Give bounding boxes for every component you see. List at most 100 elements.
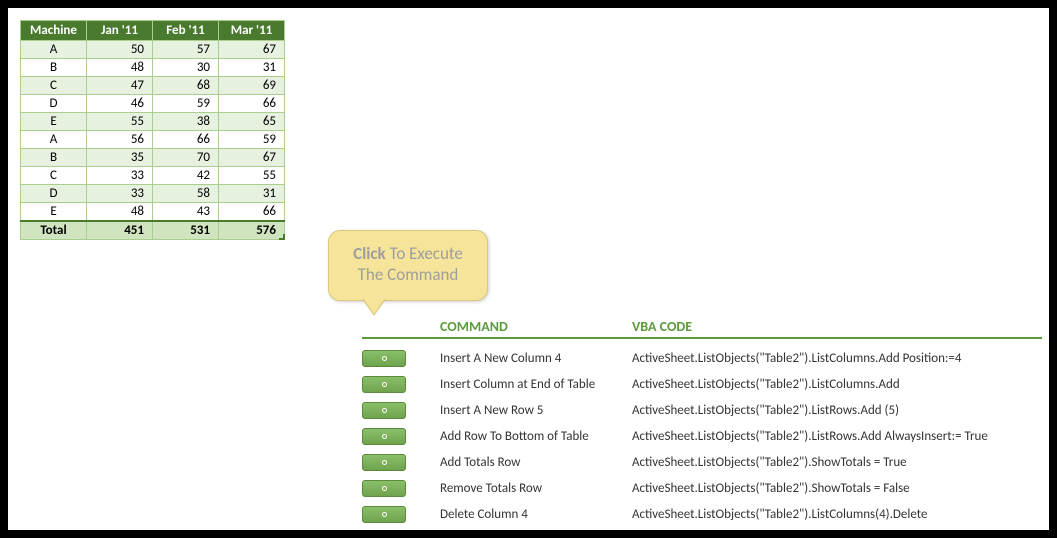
table-cell[interactable]: C: [21, 167, 87, 185]
table-cell[interactable]: 66: [153, 131, 219, 149]
table-cell[interactable]: 66: [219, 95, 285, 113]
circle-icon: [382, 382, 387, 387]
table-cell[interactable]: 48: [87, 203, 153, 222]
table-cell[interactable]: A: [21, 131, 87, 149]
total-label: Total: [21, 221, 87, 240]
table-cell[interactable]: 57: [153, 41, 219, 59]
table-row[interactable]: A505767: [21, 41, 285, 59]
hint-callout: Click To Execute The Command: [328, 230, 488, 301]
table-row[interactable]: D465966: [21, 95, 285, 113]
run-button[interactable]: [362, 402, 406, 419]
table-row[interactable]: D335831: [21, 185, 285, 203]
table-cell[interactable]: 47: [87, 77, 153, 95]
command-row: Insert A New Row 5ActiveSheet.ListObject…: [362, 397, 1042, 423]
vba-code: ActiveSheet.ListObjects("Table2").ListRo…: [632, 533, 1042, 538]
table-cell[interactable]: 30: [153, 59, 219, 77]
callout-bold: Click: [353, 243, 386, 264]
table-cell[interactable]: 68: [153, 77, 219, 95]
command-label: Remove Totals Row: [440, 481, 632, 496]
table-cell[interactable]: 67: [219, 149, 285, 167]
table-resize-handle[interactable]: [279, 234, 285, 240]
total-jan: 451: [87, 221, 153, 240]
table-cell[interactable]: D: [21, 95, 87, 113]
command-label: Add Totals Row: [440, 455, 632, 470]
callout-text-2: The Command: [358, 264, 459, 285]
table-row[interactable]: C476869: [21, 77, 285, 95]
command-row: Insert Column at End of TableActiveSheet…: [362, 371, 1042, 397]
machine-table[interactable]: Machine Jan '11 Feb '11 Mar '11 A505767B…: [20, 20, 285, 240]
table-cell[interactable]: 59: [153, 95, 219, 113]
table-cell[interactable]: 33: [87, 167, 153, 185]
table-row[interactable]: E553865: [21, 113, 285, 131]
table-row[interactable]: B483031: [21, 59, 285, 77]
table-cell[interactable]: 69: [219, 77, 285, 95]
table-row[interactable]: B357067: [21, 149, 285, 167]
vba-code: ActiveSheet.ListObjects("Table2").ListCo…: [632, 507, 1042, 522]
table-cell[interactable]: 33: [87, 185, 153, 203]
vba-code: ActiveSheet.ListObjects("Table2").ListCo…: [632, 351, 1042, 366]
total-feb: 531: [153, 221, 219, 240]
command-list: COMMAND VBA CODE Insert A New Column 4Ac…: [362, 318, 1042, 538]
header-command: COMMAND: [440, 318, 632, 335]
run-button[interactable]: [362, 454, 406, 471]
table-cell[interactable]: E: [21, 113, 87, 131]
command-label: Insert A New Column 4: [440, 351, 632, 366]
run-button[interactable]: [362, 350, 406, 367]
table-cell[interactable]: 31: [219, 185, 285, 203]
table-cell[interactable]: B: [21, 149, 87, 167]
table-cell[interactable]: 66: [219, 203, 285, 222]
run-button[interactable]: [362, 480, 406, 497]
table-cell[interactable]: 58: [153, 185, 219, 203]
header-vba: VBA CODE: [632, 318, 692, 335]
table-cell[interactable]: 55: [219, 167, 285, 185]
vba-code: ActiveSheet.ListObjects("Table2").ShowTo…: [632, 455, 1042, 470]
callout-text-1: To Execute: [386, 243, 463, 264]
table-cell[interactable]: 31: [219, 59, 285, 77]
table-row[interactable]: C334255: [21, 167, 285, 185]
table-cell[interactable]: 46: [87, 95, 153, 113]
command-row: Insert A New Column 4ActiveSheet.ListObj…: [362, 345, 1042, 371]
circle-icon: [382, 434, 387, 439]
col-header-feb[interactable]: Feb '11: [153, 21, 219, 41]
circle-icon: [382, 408, 387, 413]
table-cell[interactable]: 48: [87, 59, 153, 77]
circle-icon: [382, 486, 387, 491]
table-cell[interactable]: E: [21, 203, 87, 222]
command-label: Add Row To Bottom of Table: [440, 429, 632, 444]
table-row[interactable]: E484366: [21, 203, 285, 222]
table-cell[interactable]: 50: [87, 41, 153, 59]
table-cell[interactable]: 55: [87, 113, 153, 131]
run-button[interactable]: [362, 376, 406, 393]
table-cell[interactable]: 35: [87, 149, 153, 167]
table-cell[interactable]: C: [21, 77, 87, 95]
table-cell[interactable]: 38: [153, 113, 219, 131]
circle-icon: [382, 460, 387, 465]
command-label: Delete Row 5: [440, 533, 632, 538]
table-cell[interactable]: 42: [153, 167, 219, 185]
command-label: Insert A New Row 5: [440, 403, 632, 418]
run-button[interactable]: [362, 428, 406, 445]
command-row: Delete Row 5ActiveSheet.ListObjects("Tab…: [362, 527, 1042, 538]
col-header-mar[interactable]: Mar '11: [219, 21, 285, 41]
run-button[interactable]: [362, 506, 406, 523]
col-header-jan[interactable]: Jan '11: [87, 21, 153, 41]
table-cell[interactable]: 56: [87, 131, 153, 149]
col-header-machine[interactable]: Machine: [21, 21, 87, 41]
command-label: Insert Column at End of Table: [440, 377, 632, 392]
table-cell[interactable]: 70: [153, 149, 219, 167]
circle-icon: [382, 512, 387, 517]
table-cell[interactable]: 65: [219, 113, 285, 131]
table-cell[interactable]: 59: [219, 131, 285, 149]
table-cell[interactable]: A: [21, 41, 87, 59]
table-row[interactable]: A566659: [21, 131, 285, 149]
total-mar: 576: [219, 221, 285, 240]
table-cell[interactable]: 43: [153, 203, 219, 222]
table-cell[interactable]: 67: [219, 41, 285, 59]
run-button[interactable]: [362, 532, 406, 538]
command-row: Add Row To Bottom of TableActiveSheet.Li…: [362, 423, 1042, 449]
vba-code: ActiveSheet.ListObjects("Table2").ListCo…: [632, 377, 1042, 392]
table-cell[interactable]: D: [21, 185, 87, 203]
table-cell[interactable]: B: [21, 59, 87, 77]
app-frame: Machine Jan '11 Feb '11 Mar '11 A505767B…: [0, 0, 1057, 538]
command-label: Delete Column 4: [440, 507, 632, 522]
